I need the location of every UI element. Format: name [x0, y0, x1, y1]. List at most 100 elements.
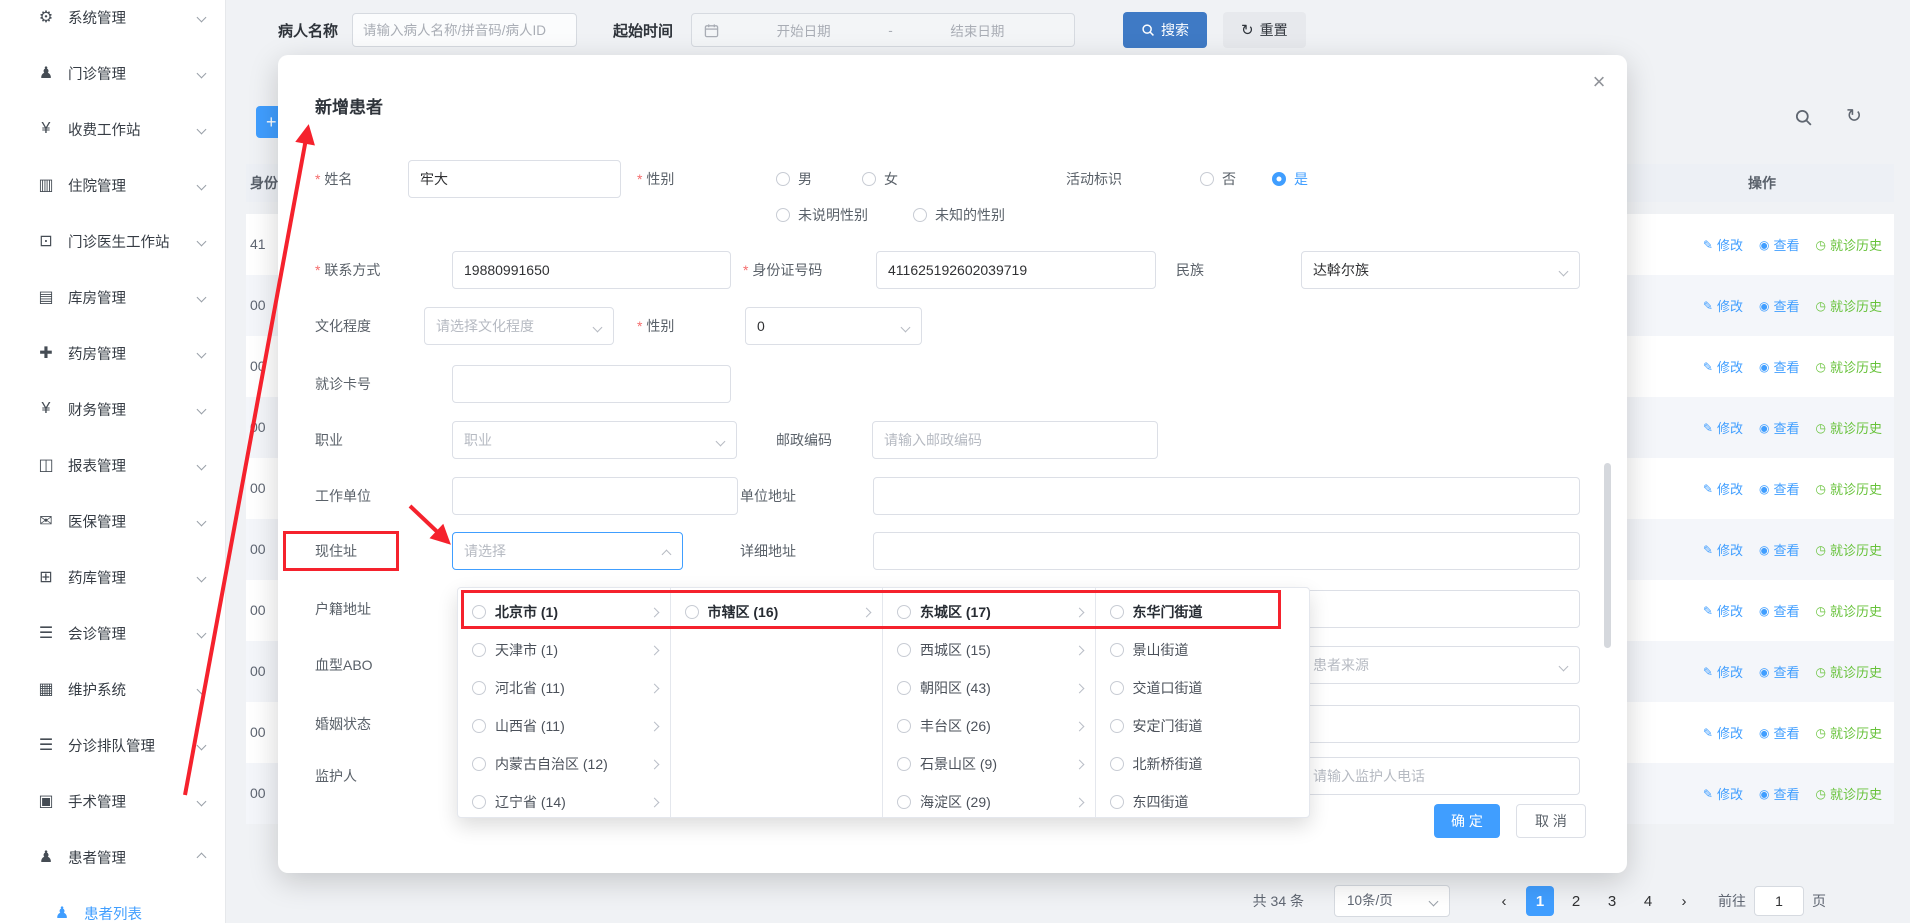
sidebar-item-system[interactable]: ⚙系统管理 — [0, 0, 225, 45]
unit-address-input[interactable] — [873, 477, 1580, 515]
history-link[interactable]: ◷就诊历史 — [1816, 418, 1883, 437]
cascade-option-jingshan[interactable]: 景山街道 — [1096, 631, 1310, 669]
date-range-picker[interactable]: 开始日期 - 结束日期 — [691, 13, 1075, 47]
sidebar-item-charging-station[interactable]: ¥收费工作站 — [0, 101, 225, 157]
history-link[interactable]: ◷就诊历史 — [1816, 479, 1883, 498]
cascade-option-shixiaqu[interactable]: 市辖区 (16) — [671, 593, 883, 631]
edit-link[interactable]: ✎修改 — [1703, 235, 1743, 254]
patient-name-input[interactable] — [352, 13, 577, 47]
view-link[interactable]: ◉查看 — [1759, 479, 1800, 498]
edit-link[interactable]: ✎修改 — [1703, 357, 1743, 376]
sidebar-item-warehouse[interactable]: ▤库房管理 — [0, 269, 225, 325]
history-link[interactable]: ◷就诊历史 — [1816, 784, 1883, 803]
view-link[interactable]: ◉查看 — [1759, 723, 1800, 742]
detail-address-input[interactable] — [873, 532, 1580, 570]
sidebar-item-surgery[interactable]: ▣手术管理 — [0, 773, 225, 829]
edit-link[interactable]: ✎修改 — [1703, 296, 1743, 315]
history-link[interactable]: ◷就诊历史 — [1816, 235, 1883, 254]
next-page-button[interactable]: › — [1670, 886, 1698, 916]
cascade-option-beixinqiao[interactable]: 北新桥街道 — [1096, 745, 1310, 783]
radio-gender-unknown[interactable]: 未知的性别 — [913, 196, 1005, 234]
page-size-select[interactable]: 10条/页 — [1334, 885, 1450, 917]
cascade-option-jiaodaokou[interactable]: 交道口街道 — [1096, 669, 1310, 707]
page-button-3[interactable]: 3 — [1598, 886, 1626, 916]
radio-female[interactable]: 女 — [862, 160, 898, 198]
history-link[interactable]: ◷就诊历史 — [1816, 296, 1883, 315]
sidebar-item-outpatient-doctor[interactable]: ⊡门诊医生工作站 — [0, 213, 225, 269]
cascade-option-beijing[interactable]: 北京市 (1) — [458, 593, 670, 631]
cascade-option-andingmen[interactable]: 安定门街道 — [1096, 707, 1310, 745]
postal-code-input[interactable] — [872, 421, 1158, 459]
page-button-1[interactable]: 1 — [1526, 886, 1554, 916]
confirm-button[interactable]: 确 定 — [1434, 804, 1500, 838]
cascade-option-donghuamen[interactable]: 东华门街道 — [1096, 593, 1310, 631]
view-link[interactable]: ◉查看 — [1759, 601, 1800, 620]
sidebar-item-inpatient[interactable]: ▥住院管理 — [0, 157, 225, 213]
sidebar-item-consultation[interactable]: ☰会诊管理 — [0, 605, 225, 661]
edit-link[interactable]: ✎修改 — [1703, 723, 1743, 742]
goto-page-input[interactable] — [1754, 886, 1804, 916]
marital-status-right-input[interactable] — [1301, 705, 1580, 743]
edit-link[interactable]: ✎修改 — [1703, 784, 1743, 803]
edit-link[interactable]: ✎修改 — [1703, 662, 1743, 681]
sidebar-item-finance[interactable]: ¥财务管理 — [0, 381, 225, 437]
cascade-option-liaoning[interactable]: 辽宁省 (14) — [458, 783, 670, 818]
table-search-icon[interactable] — [1794, 108, 1813, 130]
edit-link[interactable]: ✎修改 — [1703, 601, 1743, 620]
search-button[interactable]: 搜索 — [1123, 12, 1207, 48]
page-button-4[interactable]: 4 — [1634, 886, 1662, 916]
edit-link[interactable]: ✎修改 — [1703, 540, 1743, 559]
radio-active-yes[interactable]: 是 — [1272, 160, 1308, 198]
guardian-phone-input[interactable] — [1301, 757, 1580, 795]
cascade-option-haidian[interactable]: 海淀区 (29) — [883, 783, 1095, 818]
close-icon[interactable]: × — [1584, 67, 1614, 97]
view-link[interactable]: ◉查看 — [1759, 540, 1800, 559]
radio-gender-unspecified[interactable]: 未说明性别 — [776, 196, 868, 234]
radio-active-no[interactable]: 否 — [1200, 160, 1236, 198]
history-link[interactable]: ◷就诊历史 — [1816, 601, 1883, 620]
sidebar-item-drug-storage[interactable]: ⊞药库管理 — [0, 549, 225, 605]
history-link[interactable]: ◷就诊历史 — [1816, 662, 1883, 681]
sidebar-item-patient-mgmt[interactable]: ♟患者管理 — [0, 829, 225, 885]
cascade-option-tianjin[interactable]: 天津市 (1) — [458, 631, 670, 669]
sidebar-item-pharmacy[interactable]: ✚药房管理 — [0, 325, 225, 381]
id-number-input[interactable] — [876, 251, 1156, 289]
page-button-2[interactable]: 2 — [1562, 886, 1590, 916]
sidebar-item-insurance[interactable]: ✉医保管理 — [0, 493, 225, 549]
view-link[interactable]: ◉查看 — [1759, 418, 1800, 437]
contact-input[interactable] — [452, 251, 731, 289]
edit-link[interactable]: ✎修改 — [1703, 418, 1743, 437]
cascade-option-dongcheng[interactable]: 东城区 (17) — [883, 593, 1095, 631]
cascade-option-hebei[interactable]: 河北省 (11) — [458, 669, 670, 707]
history-link[interactable]: ◷就诊历史 — [1816, 540, 1883, 559]
radio-male[interactable]: 男 — [776, 160, 812, 198]
sidebar-item-patient-list[interactable]: ♟患者列表 — [0, 885, 225, 923]
work-unit-input[interactable] — [452, 477, 738, 515]
sidebar-item-outpatient[interactable]: ♟门诊管理 — [0, 45, 225, 101]
view-link[interactable]: ◉查看 — [1759, 784, 1800, 803]
education-select[interactable]: 请选择文化程度 — [424, 307, 614, 345]
modal-scrollbar[interactable] — [1604, 463, 1611, 648]
history-link[interactable]: ◷就诊历史 — [1816, 723, 1883, 742]
household-address-right-input[interactable] — [1301, 590, 1580, 628]
gender-code-select[interactable]: 0 — [745, 307, 922, 345]
edit-link[interactable]: ✎修改 — [1703, 479, 1743, 498]
visit-card-input[interactable] — [452, 365, 731, 403]
history-link[interactable]: ◷就诊历史 — [1816, 357, 1883, 376]
cascade-option-neimenggu[interactable]: 内蒙古自治区 (12) — [458, 745, 670, 783]
prev-page-button[interactable]: ‹ — [1490, 886, 1518, 916]
view-link[interactable]: ◉查看 — [1759, 662, 1800, 681]
reset-button[interactable]: ↻ 重置 — [1223, 12, 1306, 48]
view-link[interactable]: ◉查看 — [1759, 296, 1800, 315]
view-link[interactable]: ◉查看 — [1759, 357, 1800, 376]
cascade-option-dongsi[interactable]: 东四街道 — [1096, 783, 1310, 818]
ethnicity-select[interactable]: 达斡尔族 — [1301, 251, 1580, 289]
patient-source-select[interactable]: 患者来源 — [1301, 646, 1580, 684]
sidebar-item-triage-queue[interactable]: ☰分诊排队管理 — [0, 717, 225, 773]
cascade-option-shijingshan[interactable]: 石景山区 (9) — [883, 745, 1095, 783]
name-input[interactable] — [408, 160, 621, 198]
cascade-option-xicheng[interactable]: 西城区 (15) — [883, 631, 1095, 669]
view-link[interactable]: ◉查看 — [1759, 235, 1800, 254]
cancel-button[interactable]: 取 消 — [1516, 804, 1586, 838]
current-address-select[interactable]: 请选择 — [452, 532, 683, 570]
